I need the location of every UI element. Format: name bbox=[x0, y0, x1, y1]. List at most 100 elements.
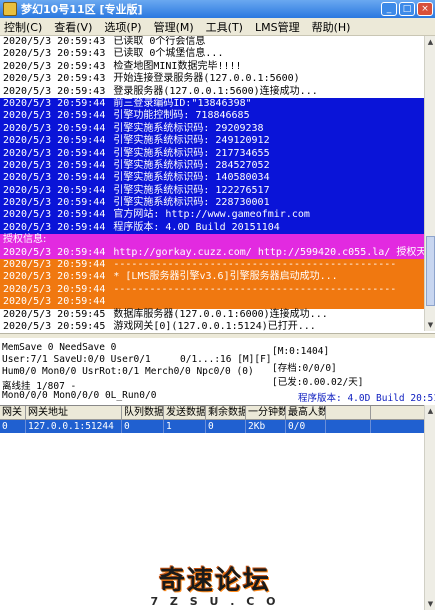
watermark-main: 奇速论坛 bbox=[158, 566, 271, 596]
log-time: 2020/5/3 20:59:43 bbox=[3, 36, 106, 47]
log-line: 2020/5/3 20:59:44 程序版本: 4.0D Build 201511… bbox=[0, 221, 424, 235]
log-line: 2020/5/3 20:59:44 前三登录编码ID:"13846398" bbox=[0, 97, 424, 111]
menu-options[interactable]: 选项(P) bbox=[104, 19, 141, 35]
log-time: 2020/5/3 20:59:44 bbox=[3, 197, 106, 209]
log-time: 2020/5/3 20:59:44 bbox=[3, 110, 106, 122]
minimize-button[interactable]: _ bbox=[381, 2, 397, 16]
log-line: 2020/5/3 20:59:43 已读取 0个城堡信息... bbox=[0, 48, 424, 60]
log-line: 2020/5/3 20:59:44 -----------------------… bbox=[0, 259, 424, 272]
log-message: 引擎功能控制码: 718846685 bbox=[113, 110, 250, 122]
log-time: 2020/5/3 20:59:43 bbox=[3, 48, 106, 60]
stat-mem: [M:0:1404] bbox=[272, 346, 330, 357]
log-time: 2020/5/3 20:59:44 bbox=[3, 221, 106, 233]
log-message: ----------------------------------------… bbox=[113, 283, 397, 295]
table-cell: 1 bbox=[164, 420, 206, 433]
table-cell: 0/0 bbox=[286, 420, 326, 433]
log-line: 2020/5/3 20:59:44 引擎实施系统标识码: 284527052 bbox=[0, 159, 424, 173]
stat-hum: Hum0/0 Mon0/0 UsrRot:0/1 Merch0/0 Npc0/0… bbox=[2, 366, 254, 377]
log-time: 2020/5/3 20:59:43 bbox=[3, 60, 106, 72]
scroll-up-icon[interactable]: ▲ bbox=[426, 406, 435, 416]
col-header[interactable]: 最高人数 bbox=[286, 406, 326, 419]
menu-help[interactable]: 帮助(H) bbox=[312, 19, 351, 35]
log-message: 引擎实施系统标识码: 228730001 bbox=[113, 197, 270, 209]
log-line: 2020/5/3 20:59:44 引擎实施系统标识码: 228730001 bbox=[0, 197, 424, 210]
log-line: 2020/5/3 20:59:43 检查地图MINI数据完毕!!!! bbox=[0, 61, 424, 73]
log-line: 2020/5/3 20:59:44 bbox=[0, 296, 424, 309]
menu-manage[interactable]: 管理(M) bbox=[154, 19, 194, 35]
log-panel[interactable]: 2020/5/3 20:59:43 已读取 0个行会信息 2020/5/3 20:5… bbox=[0, 36, 424, 331]
log-message: 引擎实施系统标识码: 140580034 bbox=[113, 172, 270, 184]
menu-bar: 控制(C) 查看(V) 选项(P) 管理(M) 工具(T) LMS管理 帮助(H… bbox=[0, 18, 435, 36]
log-line: 2020/5/3 20:59:44 引擎实施系统标识码: 29209238 bbox=[0, 122, 424, 136]
log-time: 2020/5/3 20:59:45 bbox=[3, 308, 106, 320]
title-bar: 梦幻10号11区 [专业版] _ □ × bbox=[0, 0, 435, 18]
splitter[interactable] bbox=[0, 333, 435, 339]
log-message: 已读取 0个行会信息 bbox=[113, 36, 206, 47]
log-message: 游戏网关[0](127.0.0.1:5124)已打开... bbox=[113, 320, 316, 331]
log-line: 2020/5/3 20:59:43 已读取 0个行会信息 bbox=[0, 36, 424, 48]
log-message: 引擎实施系统标识码: 217734655 bbox=[113, 147, 270, 159]
menu-view[interactable]: 查看(V) bbox=[54, 19, 92, 35]
log-line: 2020/5/3 20:59:44 引擎功能控制码: 718846685 bbox=[0, 110, 424, 123]
log-time: 2020/5/3 20:59:44 bbox=[3, 172, 106, 184]
col-header[interactable]: 发送数据 bbox=[164, 406, 206, 419]
menu-control[interactable]: 控制(C) bbox=[4, 19, 42, 35]
log-message: 引擎实施系统标识码: 284527052 bbox=[113, 159, 270, 171]
log-line: 2020/5/3 20:59:44 http://gorkay.cuzz.com/… bbox=[0, 246, 424, 260]
menu-tools[interactable]: 工具(T) bbox=[206, 19, 243, 35]
stat-user: User:7/1 SaveU:0/0 User0/1 bbox=[2, 354, 151, 365]
log-message: 官方网站: http://www.gameofmir.com bbox=[113, 209, 310, 221]
window-title: 梦幻10号11区 [专业版] bbox=[21, 3, 143, 16]
stat-version: 程序版本: 4.0D Build 20:51104 bbox=[298, 393, 435, 404]
log-message: 程序版本: 4.0D Build 20151104 bbox=[113, 221, 280, 233]
col-header[interactable]: 网关 bbox=[0, 406, 26, 419]
log-time: 2020/5/3 20:59:44 bbox=[3, 296, 106, 308]
log-line: 授权信息: bbox=[0, 234, 424, 247]
watermark-sub: 7 Z S U . C O M bbox=[150, 595, 280, 610]
table-row[interactable]: 0 127.0.0.1:51244 0 1 0 2Kb 0/0 bbox=[0, 420, 424, 433]
scroll-down-icon[interactable]: ▼ bbox=[426, 320, 435, 330]
stat-runtime: 0/1...:16 [M][F] bbox=[180, 354, 272, 365]
log-message: 开始连接登录服务器(127.0.0.1:5600) bbox=[113, 73, 300, 85]
scroll-up-icon[interactable]: ▲ bbox=[426, 37, 435, 47]
stat-memsave: MemSave 0 NeedSave 0 bbox=[2, 342, 117, 353]
table-scrollbar[interactable]: ▲ ▼ bbox=[424, 405, 435, 610]
log-time: 2020/5/3 20:59:44 bbox=[3, 97, 106, 109]
log-line: 2020/5/3 20:59:44 * [LMS服务器引擎v3.6]引擎服务器启动… bbox=[0, 271, 424, 284]
log-scrollbar[interactable]: ▲ ▼ bbox=[424, 36, 435, 331]
col-header[interactable] bbox=[326, 406, 371, 419]
log-time: 2020/5/3 20:59:45 bbox=[3, 320, 106, 331]
watermark-logo: 奇速论坛 7 Z S U . C O M bbox=[140, 560, 290, 610]
log-message: * [LMS服务器引擎v3.6]引擎服务器启动成功... bbox=[113, 271, 338, 283]
stat-mon: Mon0/0/0 Mon0/0/0 0L_Run0/0 bbox=[2, 390, 157, 401]
log-time: 2020/5/3 20:59:44 bbox=[3, 283, 106, 295]
scroll-thumb[interactable] bbox=[426, 236, 435, 306]
maximize-button[interactable]: □ bbox=[399, 2, 415, 16]
log-line: 2020/5/3 20:59:44 引擎实施系统标识码: 140580034 bbox=[0, 172, 424, 185]
col-header[interactable]: 网关地址 bbox=[26, 406, 122, 419]
log-line: 2020/5/3 20:59:44 -----------------------… bbox=[0, 283, 424, 297]
table-cell bbox=[326, 420, 371, 433]
log-message: 已读取 0个城堡信息... bbox=[113, 48, 224, 60]
app-icon bbox=[3, 2, 17, 16]
log-message: 数据库服务器(127.0.0.1:6000)连接成功... bbox=[113, 308, 328, 320]
col-header[interactable]: 队列数据 bbox=[122, 406, 164, 419]
stat-sent: [已发:0.00.02/天] bbox=[272, 377, 364, 388]
col-header[interactable]: 一分钟数量 bbox=[246, 406, 286, 419]
menu-lms-manage[interactable]: LMS管理 bbox=[255, 19, 300, 35]
table-cell: 2Kb bbox=[246, 420, 286, 433]
log-message: 引擎实施系统标识码: 122276517 bbox=[113, 184, 270, 196]
log-line: 2020/5/3 20:59:43 开始连接登录服务器(127.0.0.1:560… bbox=[0, 73, 424, 85]
scroll-down-icon[interactable]: ▼ bbox=[426, 599, 435, 609]
stat-save: [存档:0/0/0] bbox=[272, 363, 337, 374]
log-message: ----------------------------------------… bbox=[113, 259, 397, 271]
log-message: 登录服务器(127.0.0.1:5600)连接成功... bbox=[113, 85, 318, 97]
col-header[interactable]: 剩余数据 bbox=[206, 406, 246, 419]
log-line: 2020/5/3 20:59:44 引擎实施系统标识码: 122276517 bbox=[0, 184, 424, 198]
log-message: http://gorkay.cuzz.com/ http://599420.c0… bbox=[113, 246, 424, 258]
log-message: 授权信息: bbox=[3, 234, 47, 246]
log-time: 2020/5/3 20:59:44 bbox=[3, 122, 106, 134]
log-message: 检查地图MINI数据完毕!!!! bbox=[113, 60, 242, 72]
close-button[interactable]: × bbox=[417, 2, 433, 16]
log-time: 2020/5/3 20:59:44 bbox=[3, 246, 106, 258]
